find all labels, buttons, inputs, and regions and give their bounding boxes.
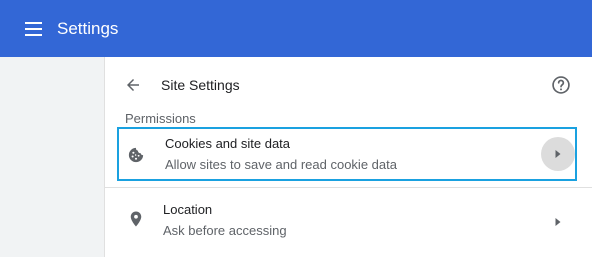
page-header: Site Settings	[105, 57, 592, 113]
open-cookies-arrow-button[interactable]	[541, 137, 575, 171]
top-app-bar: Settings	[0, 0, 592, 57]
row-subtitle: Allow sites to save and read cookie data	[165, 157, 397, 172]
section-label-permissions: Permissions	[125, 111, 196, 126]
location-row[interactable]: Location Ask before accessing	[105, 187, 592, 249]
chevron-right-icon	[555, 218, 561, 226]
help-icon[interactable]	[551, 75, 571, 95]
page-title: Site Settings	[161, 77, 240, 93]
app-title: Settings	[57, 19, 119, 38]
location-pin-icon	[130, 211, 142, 227]
back-arrow-icon[interactable]	[124, 76, 142, 94]
cookie-icon	[128, 147, 144, 163]
row-subtitle: Ask before accessing	[163, 223, 287, 238]
row-title: Cookies and site data	[165, 136, 291, 151]
cookies-and-site-data-row[interactable]: Cookies and site data Allow sites to sav…	[117, 127, 577, 181]
site-settings-panel: Site Settings Permissions Cookies and si…	[104, 57, 592, 257]
row-divider	[105, 187, 592, 188]
chevron-right-icon	[555, 150, 561, 158]
open-location-arrow-button[interactable]	[541, 205, 575, 239]
row-title: Location	[163, 202, 213, 217]
hamburger-menu-icon[interactable]	[25, 21, 45, 37]
